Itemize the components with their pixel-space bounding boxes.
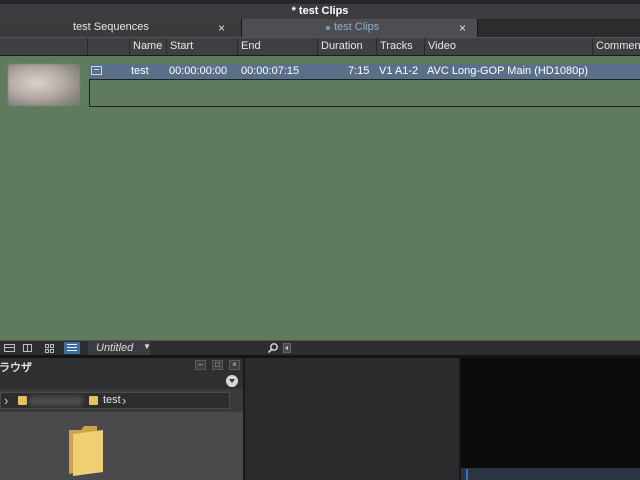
clip-duration: 7:15 (348, 65, 370, 77)
column-header-video[interactable]: Video (424, 38, 592, 55)
viewer-timeline-bar[interactable] (461, 468, 640, 480)
column-header-name[interactable]: Name (129, 38, 166, 55)
minimize-icon[interactable]: – (195, 360, 206, 370)
tab-test-clips[interactable]: test Clips × (242, 19, 478, 37)
list-view-icon[interactable] (64, 342, 80, 354)
scroll-left-icon[interactable] (283, 343, 291, 353)
folder-icon (89, 396, 98, 405)
column-header-thumbnail[interactable] (0, 38, 87, 55)
breadcrumb: › test › (0, 392, 230, 409)
script-view-icon[interactable] (20, 342, 36, 354)
column-header-tracks[interactable]: Tracks (376, 38, 424, 55)
folder-icon (18, 396, 27, 405)
clip-start: 00:00:00:00 (169, 65, 228, 77)
column-header-end[interactable]: End (237, 38, 317, 55)
column-header-comment[interactable]: Comment (592, 38, 640, 55)
clip-video: AVC Long-GOP Main (HD1080p) (427, 65, 588, 77)
tab-close-icon[interactable]: × (459, 21, 466, 35)
title-bar: * test Clips (0, 0, 640, 20)
chevron-down-icon[interactable]: ▼ (143, 342, 151, 351)
column-header: Name Start End Duration Tracks Video Com… (0, 37, 640, 56)
clip-thumbnail[interactable] (8, 64, 80, 106)
clip-name: test (131, 65, 149, 77)
window-title: * test Clips (291, 5, 349, 17)
tab-label: test Sequences (73, 21, 149, 33)
clip-end: 00:00:07:15 (241, 65, 300, 77)
column-header-start[interactable]: Start (166, 38, 237, 55)
search-icon[interactable] (267, 342, 279, 354)
column-header-blank[interactable] (87, 38, 129, 55)
breadcrumb-item-test[interactable]: test (103, 394, 121, 406)
maximize-icon[interactable]: □ (212, 360, 223, 370)
frame-view-icon[interactable] (2, 342, 18, 354)
grid-view-icon[interactable] (42, 342, 58, 354)
menu-strip (0, 0, 640, 4)
dropdown-menu-icon[interactable] (226, 375, 238, 387)
bin-view-selector[interactable]: Untitled (88, 341, 150, 355)
close-icon[interactable]: × (229, 360, 240, 370)
bin-content[interactable]: test 00:00:00:00 00:00:07:15 7:15 V1 A1-… (0, 56, 640, 340)
center-pane (247, 358, 459, 480)
tab-test-sequences[interactable]: test Sequences × (0, 19, 242, 37)
column-header-duration[interactable]: Duration (317, 38, 376, 55)
clip-type-icon (91, 66, 102, 75)
chevron-right-icon[interactable]: › (4, 393, 8, 408)
browser-file-area[interactable] (0, 412, 243, 480)
chevron-right-icon[interactable]: › (122, 393, 126, 408)
tab-bar: test Sequences × test Clips × (0, 19, 640, 38)
clip-row[interactable]: test 00:00:00:00 00:00:07:15 7:15 V1 A1-… (89, 64, 640, 79)
clip-row-frame (89, 79, 640, 107)
folder-icon[interactable] (67, 424, 105, 476)
preview-viewer[interactable] (461, 358, 640, 468)
tab-close-icon[interactable]: × (218, 21, 225, 35)
browser-toolbar (0, 373, 243, 389)
source-browser-pane: ラウザ – □ × › test › (0, 358, 245, 480)
tab-label: test Clips (334, 21, 380, 33)
playhead[interactable] (466, 469, 468, 480)
breadcrumb-item-blurred[interactable] (29, 396, 83, 406)
modified-dot-icon (326, 26, 330, 30)
clip-tracks: V1 A1-2 (379, 65, 419, 77)
browser-title-bar: ラウザ – □ × (0, 358, 243, 374)
